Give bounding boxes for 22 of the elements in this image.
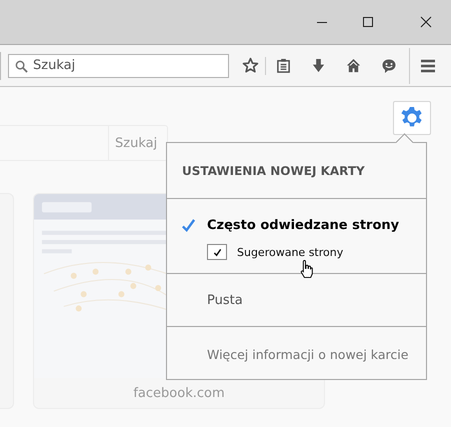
menu-icon[interactable] [420,58,436,74]
option-label: Pusta [207,293,243,308]
search-icon [15,60,28,72]
more-info-link[interactable]: Więcej informacji o nowej karcie [207,347,408,362]
chat-icon[interactable] [381,58,397,74]
checkbox-label: Sugerowane strony [237,246,344,258]
checkbox[interactable] [207,244,227,260]
star-icon[interactable] [242,57,259,74]
radio-option[interactable]: Pusta [181,293,426,308]
maximize-icon[interactable] [362,16,374,28]
download-icon[interactable] [311,58,326,73]
close-icon[interactable] [420,16,432,28]
popup-title: USTAWIENIA NOWEJ KARTY [182,164,365,178]
radio-option[interactable]: Często odwiedzane strony [181,218,426,233]
tile-label: facebook.com [133,386,225,401]
clipboard-icon[interactable] [276,58,291,73]
hand-cursor-icon [300,260,313,279]
settings-button[interactable] [393,101,431,135]
checkmark-icon [212,248,222,256]
home-icon[interactable] [346,58,361,73]
search-field[interactable]: Szukaj [8,54,229,78]
option-label: Często odwiedzane strony [207,218,400,233]
